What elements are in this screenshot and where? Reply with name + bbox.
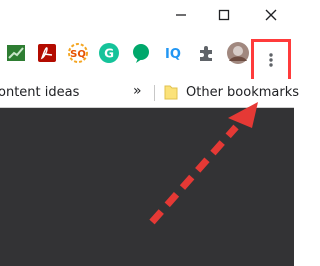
dashed-arrow-annotation — [149, 102, 258, 225]
